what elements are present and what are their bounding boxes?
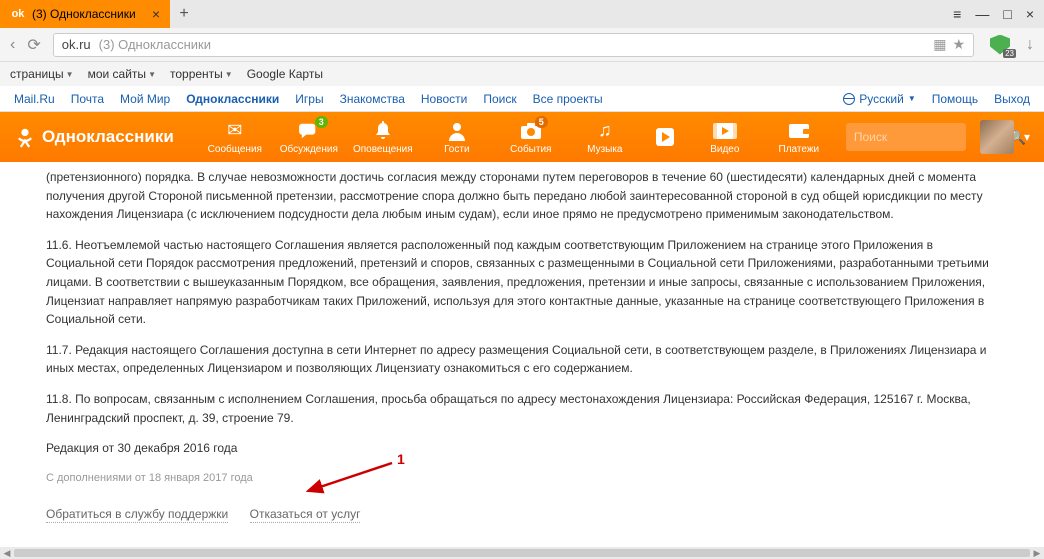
- bookmark-item[interactable]: торренты ▼: [170, 67, 233, 81]
- nav-label: Обсуждения: [280, 144, 338, 155]
- mailru-link-ok[interactable]: Одноклассники: [186, 92, 279, 106]
- help-link[interactable]: Помощь: [932, 92, 978, 106]
- ok-logo[interactable]: Одноклассники: [14, 126, 174, 148]
- extension-badge: 23: [1003, 49, 1016, 58]
- new-tab-button[interactable]: +: [170, 0, 198, 28]
- paragraph: 11.8. По вопросам, связанным с исполнени…: [46, 390, 998, 427]
- nav-label: Гости: [444, 144, 469, 155]
- video-icon: [713, 120, 737, 142]
- badge-count: 5: [535, 116, 548, 128]
- bell-icon: [374, 120, 392, 142]
- ok-header: Одноклассники ✉ Сообщения 3 Обсуждения О…: [0, 112, 1044, 162]
- nav-label: Музыка: [587, 144, 622, 155]
- nav-label: Видео: [710, 144, 739, 155]
- bookmark-item[interactable]: страницы ▼: [10, 67, 74, 81]
- language-selector[interactable]: Русский ▼: [843, 92, 915, 106]
- url-input[interactable]: ok.ru (3) Одноклассники ▦ ★: [53, 33, 974, 57]
- site-info-icon[interactable]: ▦: [933, 36, 946, 53]
- search-box[interactable]: 🔍: [846, 123, 966, 151]
- menu-icon[interactable]: ≡: [953, 6, 961, 22]
- minimize-icon[interactable]: —: [975, 6, 989, 22]
- mailru-link-all[interactable]: Все проекты: [533, 92, 603, 106]
- maximize-icon[interactable]: □: [1003, 6, 1011, 22]
- avatar[interactable]: [980, 120, 1014, 154]
- badge-count: 3: [315, 116, 328, 128]
- adblock-extension-icon[interactable]: 23: [986, 34, 1014, 56]
- scroll-left-icon[interactable]: ◀: [0, 547, 14, 559]
- envelope-icon: ✉: [227, 120, 242, 142]
- paragraph: 11.6. Неотъемлемой частью настоящего Сог…: [46, 236, 998, 329]
- url-page-title: (3) Одноклассники: [99, 37, 211, 52]
- bookmark-item[interactable]: мои сайты ▼: [88, 67, 156, 81]
- content-area: (претензионного) порядка. В случае невоз…: [0, 162, 1044, 547]
- addendum-date: С дополнениями от 18 января 2017 года: [46, 470, 998, 487]
- scroll-right-icon[interactable]: ▶: [1030, 547, 1044, 559]
- nav-notifications[interactable]: Оповещения: [346, 112, 420, 162]
- mailru-link-news[interactable]: Новости: [421, 92, 467, 106]
- nav-play[interactable]: [642, 112, 688, 162]
- back-icon[interactable]: ‹: [10, 36, 15, 54]
- browser-tab[interactable]: ok (3) Одноклассники ×: [0, 0, 170, 28]
- ok-logo-text: Одноклассники: [42, 127, 174, 147]
- nav-discussions[interactable]: 3 Обсуждения: [272, 112, 346, 162]
- tab-title: (3) Одноклассники: [32, 7, 136, 21]
- support-link[interactable]: Обратиться в службу поддержки: [46, 507, 228, 523]
- optout-link[interactable]: Отказаться от услуг: [250, 507, 361, 523]
- paragraph: 11.7. Редакция настоящего Соглашения дос…: [46, 341, 998, 378]
- tab-close-icon[interactable]: ×: [152, 6, 160, 22]
- mailru-link-search[interactable]: Поиск: [483, 92, 516, 106]
- mailru-nav: Mail.Ru Почта Мой Мир Одноклассники Игры…: [0, 86, 1044, 112]
- nav-messages[interactable]: ✉ Сообщения: [198, 112, 272, 162]
- ok-logo-icon: [14, 126, 36, 148]
- nav-label: Оповещения: [353, 144, 413, 155]
- nav-guests[interactable]: Гости: [420, 112, 494, 162]
- bookmark-star-icon[interactable]: ★: [952, 36, 965, 53]
- mailru-link-moimir[interactable]: Мой Мир: [120, 92, 170, 106]
- close-window-icon[interactable]: ×: [1026, 6, 1034, 22]
- music-note-icon: ♫: [598, 120, 612, 142]
- user-icon: [448, 120, 466, 142]
- play-icon: [655, 126, 675, 148]
- bookmark-item[interactable]: Google Карты: [247, 67, 323, 81]
- nav-label: Сообщения: [208, 144, 262, 155]
- nav-label: События: [510, 144, 551, 155]
- window-controls: ≡ — □ ×: [953, 6, 1044, 22]
- bookmark-bar: страницы ▼ мои сайты ▼ торренты ▼ Google…: [0, 62, 1044, 86]
- url-host: ok.ru: [62, 37, 91, 52]
- address-bar: ‹ ⟳ ok.ru (3) Одноклассники ▦ ★ 23 ↓: [0, 28, 1044, 62]
- logout-link[interactable]: Выход: [994, 92, 1030, 106]
- revision-date: Редакция от 30 декабря 2016 года: [46, 439, 998, 458]
- mailru-link-games[interactable]: Игры: [295, 92, 323, 106]
- tab-favicon-icon: ok: [10, 6, 26, 22]
- footer-links: Обратиться в службу поддержки Отказаться…: [46, 505, 998, 524]
- paragraph: (претензионного) порядка. В случае невоз…: [46, 168, 998, 224]
- wallet-icon: [788, 120, 810, 142]
- mailru-link-mail[interactable]: Mail.Ru: [14, 92, 55, 106]
- globe-icon: [843, 93, 855, 105]
- downloads-icon[interactable]: ↓: [1026, 36, 1034, 54]
- tab-bar: ok (3) Одноклассники × + ≡ — □ ×: [0, 0, 1044, 28]
- nav-music[interactable]: ♫ Музыка: [568, 112, 642, 162]
- nav-video[interactable]: Видео: [688, 112, 762, 162]
- nav-label: Платежи: [779, 144, 820, 155]
- reload-icon[interactable]: ⟳: [27, 35, 40, 55]
- mailru-link-dating[interactable]: Знакомства: [340, 92, 405, 106]
- horizontal-scrollbar[interactable]: ◀ ▶: [0, 547, 1044, 559]
- mailru-link-pochta[interactable]: Почта: [71, 92, 104, 106]
- chevron-down-icon[interactable]: ▾: [1024, 130, 1030, 144]
- scrollbar-thumb[interactable]: [14, 549, 1030, 557]
- nav-events[interactable]: 5 События: [494, 112, 568, 162]
- nav-payments[interactable]: Платежи: [762, 112, 836, 162]
